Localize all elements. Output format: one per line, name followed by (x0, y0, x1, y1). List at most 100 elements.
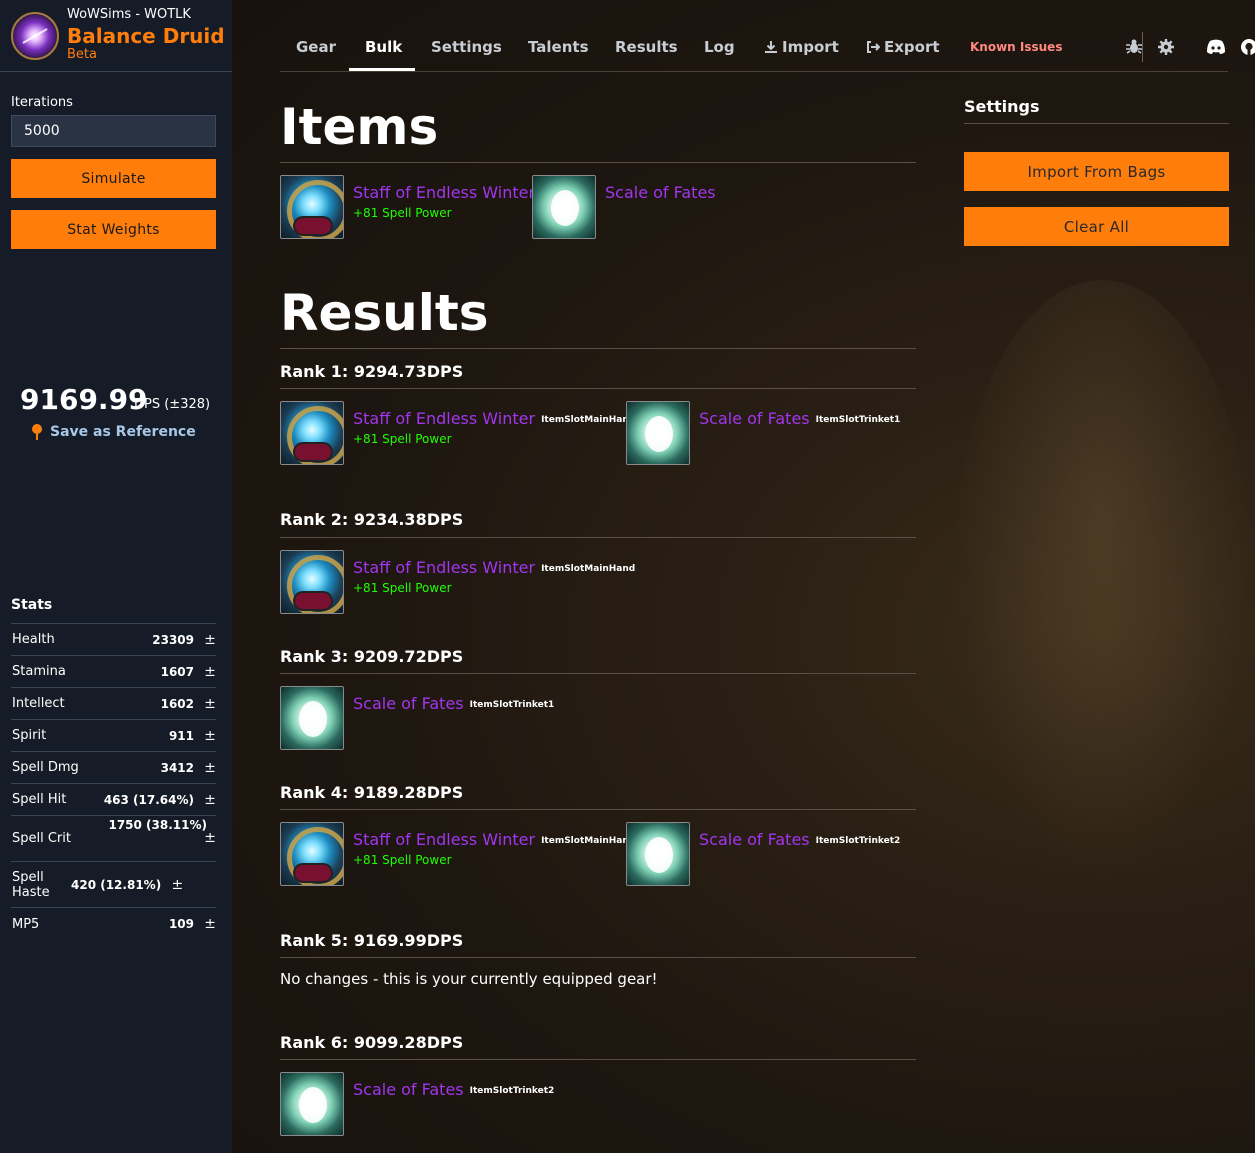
dps-value: 9169.99 (20, 383, 148, 416)
settings-panel-title: Settings (964, 97, 1040, 116)
stat-name: Stamina (12, 664, 66, 679)
rank-divider (280, 1059, 916, 1060)
stat-edit-icon[interactable]: ± (194, 760, 216, 776)
result-item[interactable]: Staff of Endless Winter ItemSlotMainHand … (280, 401, 635, 465)
item-slot: ItemSlotTrinket1 (469, 700, 555, 710)
result-item[interactable]: Scale of Fates ItemSlotTrinket2 (626, 822, 916, 886)
stat-row-spell-hit: Spell Hit 463 (17.64%) ± (11, 784, 216, 816)
stat-edit-icon[interactable]: ± (194, 916, 216, 932)
stat-value: 911 (168, 728, 194, 743)
item-slot: ItemSlotMainHand (541, 564, 636, 574)
bulk-item-staff[interactable]: Staff of Endless Winter +81 Spell Power (280, 175, 535, 239)
tab-export[interactable]: Export (866, 38, 940, 56)
stat-edit-icon[interactable]: ± (194, 728, 216, 744)
active-tab-underline (349, 68, 415, 71)
item-name[interactable]: Scale of Fates ItemSlotTrinket2 (353, 1080, 554, 1099)
tab-import[interactable]: Import (764, 38, 839, 56)
rank-title: Rank 5: 9169.99DPS (280, 931, 464, 950)
iterations-label: Iterations (11, 95, 73, 110)
save-as-reference-label: Save as Reference (50, 424, 196, 440)
dps-stdev: DPS (±328) (134, 397, 211, 412)
tab-results[interactable]: Results (615, 38, 678, 56)
result-item[interactable]: Scale of Fates ItemSlotTrinket1 (626, 401, 916, 465)
result-item[interactable]: Scale of Fates ItemSlotTrinket2 (280, 1072, 580, 1136)
item-slot: ItemSlotTrinket1 (815, 415, 901, 425)
stat-value: 1602 (160, 696, 194, 711)
stat-name: Spell Haste (12, 869, 50, 900)
staff-icon (280, 550, 344, 614)
sidebar: WoWSims - WOTLK Balance Druid Beta Itera… (0, 0, 232, 1153)
stat-name: Spirit (12, 728, 47, 743)
stat-name: Spell Crit (12, 831, 71, 846)
app-name: WoWSims - WOTLK (67, 7, 191, 22)
stat-value: 109 (168, 917, 194, 931)
item-slot: ItemSlotMainHand (541, 415, 636, 425)
item-name[interactable]: Staff of Endless Winter ItemSlotMainHand (353, 830, 635, 849)
stat-value: 23309 (152, 632, 194, 647)
stat-name: MP5 (12, 916, 40, 932)
stat-name: Spell Hit (12, 792, 67, 807)
tab-settings[interactable]: Settings (431, 38, 502, 56)
bug-icon[interactable] (1125, 38, 1143, 56)
stat-edit-icon[interactable]: ± (194, 696, 216, 712)
known-issues-link[interactable]: Known Issues (970, 40, 1062, 54)
rank-title: Rank 1: 9294.73DPS (280, 362, 464, 381)
result-item[interactable]: Scale of Fates ItemSlotTrinket1 (280, 686, 580, 750)
tab-talents[interactable]: Talents (528, 38, 589, 56)
item-bonus: +81 Spell Power (353, 206, 452, 220)
result-item[interactable]: Staff of Endless Winter ItemSlotMainHand … (280, 550, 635, 614)
stat-weights-button[interactable]: Stat Weights (11, 210, 216, 249)
stat-row-spell-crit: Spell Crit 1750 (38.11%) ± (11, 816, 216, 862)
item-name[interactable]: Staff of Endless Winter (353, 183, 535, 202)
stats-table: Health 23309 ± Stamina 1607 ± Intellect … (11, 623, 216, 940)
stats-title: Stats (11, 597, 53, 613)
tab-bulk[interactable]: Bulk (365, 38, 402, 56)
tab-gear[interactable]: Gear (296, 38, 336, 56)
stat-edit-icon[interactable]: ± (194, 632, 216, 648)
gear-icon[interactable] (1157, 38, 1175, 56)
rank-divider (280, 809, 916, 810)
discord-icon[interactable] (1206, 38, 1226, 56)
rank-title: Rank 6: 9099.28DPS (280, 1033, 464, 1052)
stat-row-intellect: Intellect 1602 ± (11, 688, 216, 720)
save-as-reference-link[interactable]: Save as Reference (32, 424, 196, 440)
rank-title: Rank 4: 9189.28DPS (280, 783, 464, 802)
tab-import-label: Import (782, 38, 839, 56)
sidebar-header: WoWSims - WOTLK Balance Druid Beta (0, 0, 232, 72)
item-bonus: +81 Spell Power (353, 853, 452, 867)
stat-edit-icon[interactable]: ± (161, 877, 183, 893)
top-nav: Gear Bulk Settings Talents Results Log I… (280, 0, 1255, 72)
stat-row-spell-dmg: Spell Dmg 3412 ± (11, 752, 216, 784)
item-name[interactable]: Scale of Fates (605, 183, 716, 202)
clear-all-button[interactable]: Clear All (964, 207, 1229, 246)
stat-edit-icon[interactable]: ± (194, 664, 216, 680)
scale-icon (280, 1072, 344, 1136)
staff-icon (280, 822, 344, 886)
stat-edit-icon[interactable]: ± (194, 830, 216, 846)
item-name[interactable]: Staff of Endless Winter ItemSlotMainHand (353, 409, 635, 428)
result-item[interactable]: Staff of Endless Winter ItemSlotMainHand … (280, 822, 635, 886)
main-content: Gear Bulk Settings Talents Results Log I… (232, 0, 1255, 1153)
github-icon[interactable] (1240, 38, 1255, 56)
item-name[interactable]: Scale of Fates ItemSlotTrinket1 (699, 409, 900, 428)
download-icon (765, 41, 777, 53)
rank-divider (280, 957, 916, 958)
stat-edit-icon[interactable]: ± (194, 792, 216, 808)
simulate-button[interactable]: Simulate (11, 159, 216, 198)
staff-icon (280, 175, 344, 239)
scale-icon (532, 175, 596, 239)
import-from-bags-button[interactable]: Import From Bags (964, 152, 1229, 191)
item-name[interactable]: Scale of Fates ItemSlotTrinket2 (699, 830, 900, 849)
stat-row-spell-haste: Spell Haste 420 (12.81%) ± (11, 862, 216, 908)
settings-divider (964, 123, 1229, 124)
item-name[interactable]: Scale of Fates ItemSlotTrinket1 (353, 694, 554, 713)
stat-row-mp5: MP5 109 ± (11, 908, 216, 940)
item-bonus: +81 Spell Power (353, 432, 452, 446)
tab-log[interactable]: Log (704, 38, 735, 56)
items-divider (280, 162, 916, 163)
item-name[interactable]: Staff of Endless Winter ItemSlotMainHand (353, 558, 635, 577)
background-art (952, 280, 1252, 880)
iterations-input[interactable] (11, 115, 216, 147)
scale-icon (626, 401, 690, 465)
bulk-item-scale[interactable]: Scale of Fates (532, 175, 732, 239)
